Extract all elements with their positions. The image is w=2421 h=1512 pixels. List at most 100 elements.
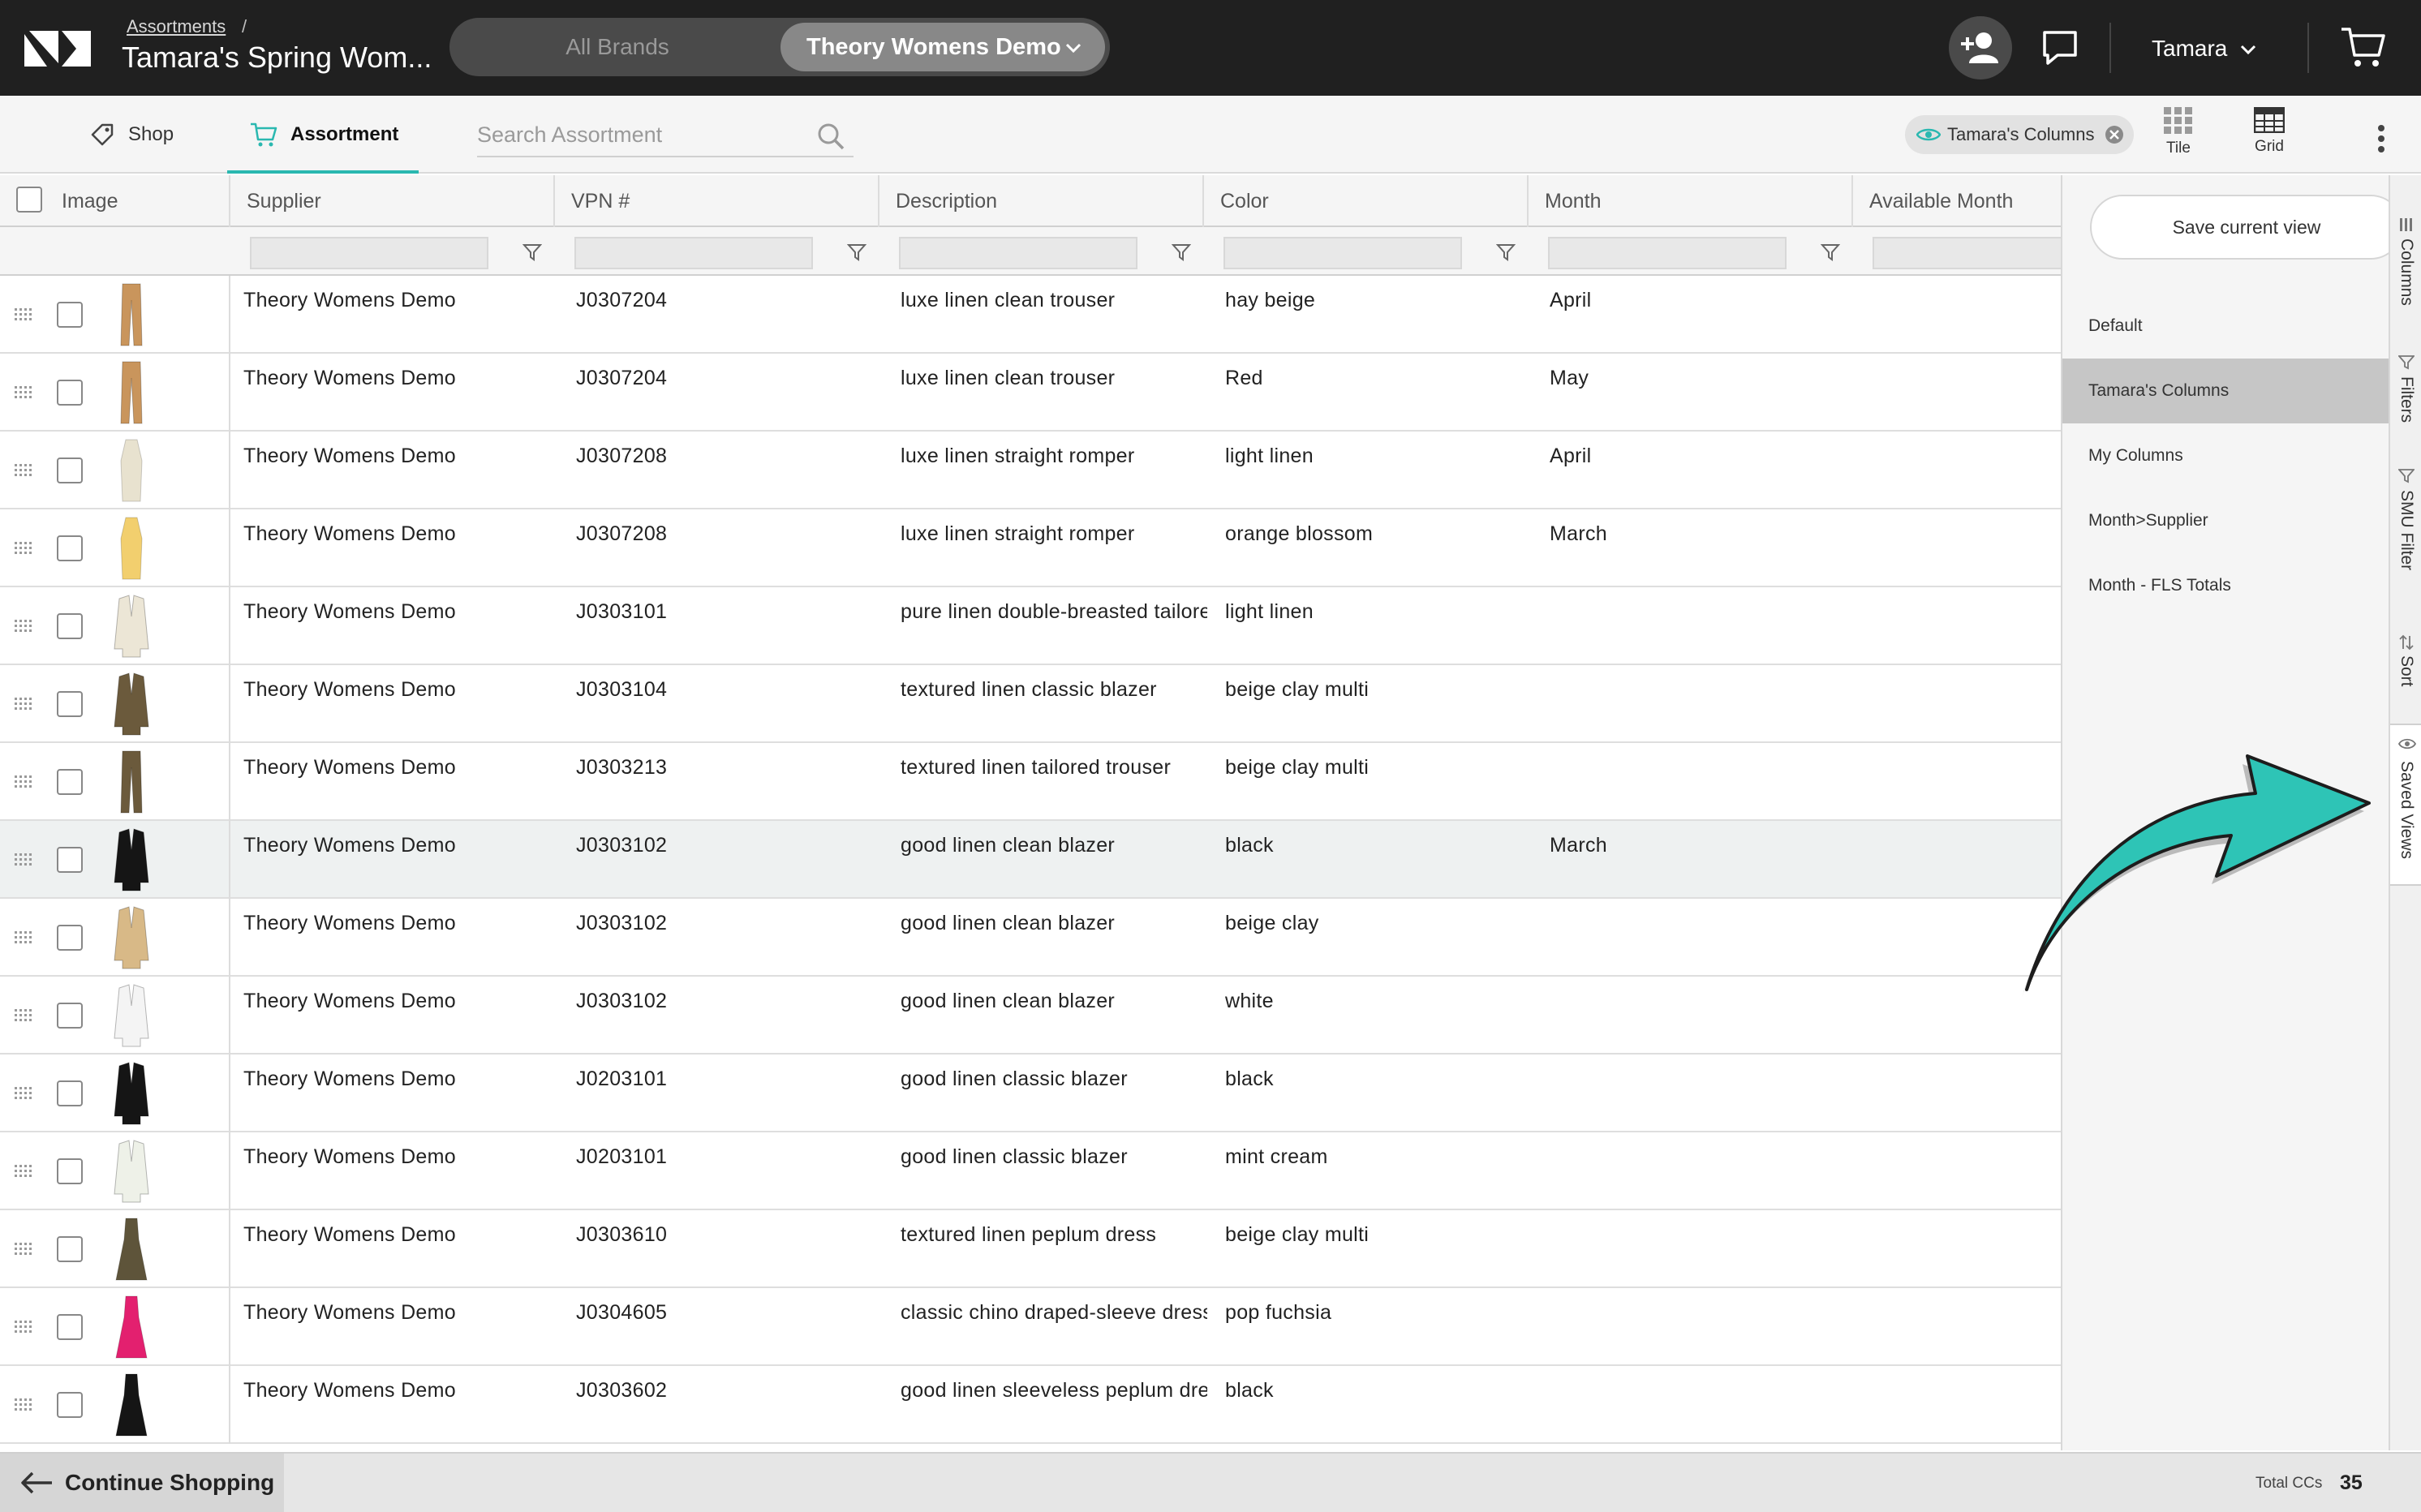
color-filter-input[interactable] <box>1223 237 1462 269</box>
drag-handle-icon[interactable] <box>15 931 32 944</box>
row-checkbox[interactable] <box>57 302 83 328</box>
drag-handle-icon[interactable] <box>15 542 32 555</box>
drag-handle-icon[interactable] <box>15 1398 32 1411</box>
grid-view-button[interactable]: Grid <box>2241 107 2298 164</box>
product-thumbnail[interactable] <box>101 359 162 427</box>
row-checkbox[interactable] <box>57 1392 83 1418</box>
row-checkbox[interactable] <box>57 1158 83 1184</box>
row-checkbox[interactable] <box>57 613 83 639</box>
column-header-month[interactable]: Month <box>1527 175 1851 227</box>
tile-view-button[interactable]: Tile <box>2150 107 2207 164</box>
row-checkbox[interactable] <box>57 691 83 717</box>
more-options-icon[interactable] <box>2376 125 2387 157</box>
row-checkbox[interactable] <box>57 535 83 561</box>
saved-view-month-fls-totals[interactable]: Month - FLS Totals <box>2062 553 2389 618</box>
column-header-description[interactable]: Description <box>878 175 1202 227</box>
add-user-button[interactable] <box>1949 16 2012 79</box>
continue-shopping-button[interactable]: Continue Shopping <box>0 1454 284 1512</box>
tab-shop[interactable]: Shop <box>89 96 187 174</box>
search-icon[interactable] <box>816 122 845 151</box>
table-row[interactable]: Theory Womens Demo J0303101 pure linen dou… <box>0 587 2061 665</box>
product-thumbnail[interactable] <box>101 1059 162 1128</box>
user-menu[interactable]: Tamara <box>2134 31 2272 67</box>
table-row[interactable]: Theory Womens Demo J0303104 textured linen… <box>0 665 2061 743</box>
product-thumbnail[interactable] <box>101 281 162 349</box>
rail-tab-columns[interactable]: Columns <box>2390 217 2421 331</box>
table-row[interactable]: Theory Womens Demo J0303102 good linen cle… <box>0 821 2061 899</box>
product-thumbnail[interactable] <box>101 514 162 582</box>
vpn-filter-input[interactable] <box>574 237 813 269</box>
product-thumbnail[interactable] <box>101 982 162 1050</box>
all-brands-option[interactable]: All Brands <box>449 18 785 76</box>
table-row[interactable]: Theory Womens Demo J0304605 classic chino … <box>0 1288 2061 1366</box>
chat-icon[interactable] <box>2040 28 2080 68</box>
rail-tab-smu-filter[interactable]: SMU Filter <box>2390 469 2421 615</box>
filter-icon[interactable] <box>1496 243 1516 261</box>
column-header-available-month[interactable]: Available Month <box>1851 175 2061 227</box>
drag-handle-icon[interactable] <box>15 853 32 866</box>
row-checkbox[interactable] <box>57 1314 83 1340</box>
supplier-filter-input[interactable] <box>250 237 488 269</box>
table-row[interactable]: Theory Womens Demo J0203101 good linen cla… <box>0 1132 2061 1210</box>
product-thumbnail[interactable] <box>101 670 162 738</box>
product-thumbnail[interactable] <box>101 1215 162 1283</box>
tab-assortment[interactable]: Assortment <box>227 96 419 174</box>
available-month-filter-input[interactable] <box>1873 237 2061 269</box>
filter-icon[interactable] <box>847 243 866 261</box>
column-header-supplier[interactable]: Supplier <box>229 175 553 227</box>
row-checkbox[interactable] <box>57 847 83 873</box>
product-thumbnail[interactable] <box>101 1293 162 1361</box>
row-checkbox[interactable] <box>57 925 83 951</box>
rail-tab-filters[interactable]: Filters <box>2390 355 2421 461</box>
column-header-color[interactable]: Color <box>1202 175 1527 227</box>
row-checkbox[interactable] <box>57 380 83 406</box>
close-icon[interactable] <box>2105 125 2124 144</box>
row-checkbox[interactable] <box>57 1003 83 1029</box>
table-row[interactable]: Theory Womens Demo J0303102 good linen cle… <box>0 899 2061 977</box>
description-filter-input[interactable] <box>899 237 1137 269</box>
product-thumbnail[interactable] <box>101 592 162 660</box>
saved-view-month-supplier[interactable]: Month>Supplier <box>2062 488 2389 553</box>
product-thumbnail[interactable] <box>101 748 162 816</box>
drag-handle-icon[interactable] <box>15 698 32 711</box>
table-row[interactable]: Theory Womens Demo J0307204 luxe linen cle… <box>0 276 2061 354</box>
cart-icon[interactable] <box>2340 24 2387 71</box>
drag-handle-icon[interactable] <box>15 1087 32 1100</box>
select-all-checkbox[interactable] <box>16 187 42 213</box>
save-current-view-button[interactable]: Save current view <box>2090 195 2403 260</box>
table-row[interactable]: Theory Womens Demo J0303602 good linen sle… <box>0 1366 2061 1444</box>
drag-handle-icon[interactable] <box>15 1321 32 1334</box>
drag-handle-icon[interactable] <box>15 775 32 788</box>
table-row[interactable]: Theory Womens Demo J0307204 luxe linen cle… <box>0 354 2061 432</box>
active-view-chip[interactable]: Tamara's Columns <box>1905 115 2134 154</box>
breadcrumb-assortments-link[interactable]: Assortments <box>127 16 226 37</box>
drag-handle-icon[interactable] <box>15 308 32 321</box>
drag-handle-icon[interactable] <box>15 1009 32 1022</box>
brand-logo-icon[interactable] <box>24 31 91 67</box>
drag-handle-icon[interactable] <box>15 464 32 477</box>
saved-view-default[interactable]: Default <box>2062 294 2389 359</box>
product-thumbnail[interactable] <box>101 436 162 505</box>
month-filter-input[interactable] <box>1548 237 1787 269</box>
saved-view-my-columns[interactable]: My Columns <box>2062 423 2389 488</box>
drag-handle-icon[interactable] <box>15 1165 32 1178</box>
saved-view-tamaras-columns[interactable]: Tamara's Columns <box>2062 359 2389 423</box>
drag-handle-icon[interactable] <box>15 386 32 399</box>
row-checkbox[interactable] <box>57 1080 83 1106</box>
column-header-vpn[interactable]: VPN # <box>553 175 878 227</box>
table-row[interactable]: Theory Womens Demo J0307208 luxe linen str… <box>0 509 2061 587</box>
product-thumbnail[interactable] <box>101 904 162 972</box>
filter-icon[interactable] <box>1821 243 1840 261</box>
product-thumbnail[interactable] <box>101 1137 162 1205</box>
rail-tab-saved-views[interactable]: Saved Views <box>2390 724 2421 886</box>
drag-handle-icon[interactable] <box>15 1243 32 1256</box>
table-row[interactable]: Theory Womens Demo J0203101 good linen cla… <box>0 1055 2061 1132</box>
filter-icon[interactable] <box>522 243 542 261</box>
search-input[interactable] <box>477 117 802 152</box>
product-thumbnail[interactable] <box>101 1371 162 1439</box>
row-checkbox[interactable] <box>57 769 83 795</box>
drag-handle-icon[interactable] <box>15 620 32 633</box>
product-thumbnail[interactable] <box>101 826 162 894</box>
table-row[interactable]: Theory Womens Demo J0303213 textured linen… <box>0 743 2061 821</box>
table-row[interactable]: Theory Womens Demo J0303102 good linen cle… <box>0 977 2061 1055</box>
